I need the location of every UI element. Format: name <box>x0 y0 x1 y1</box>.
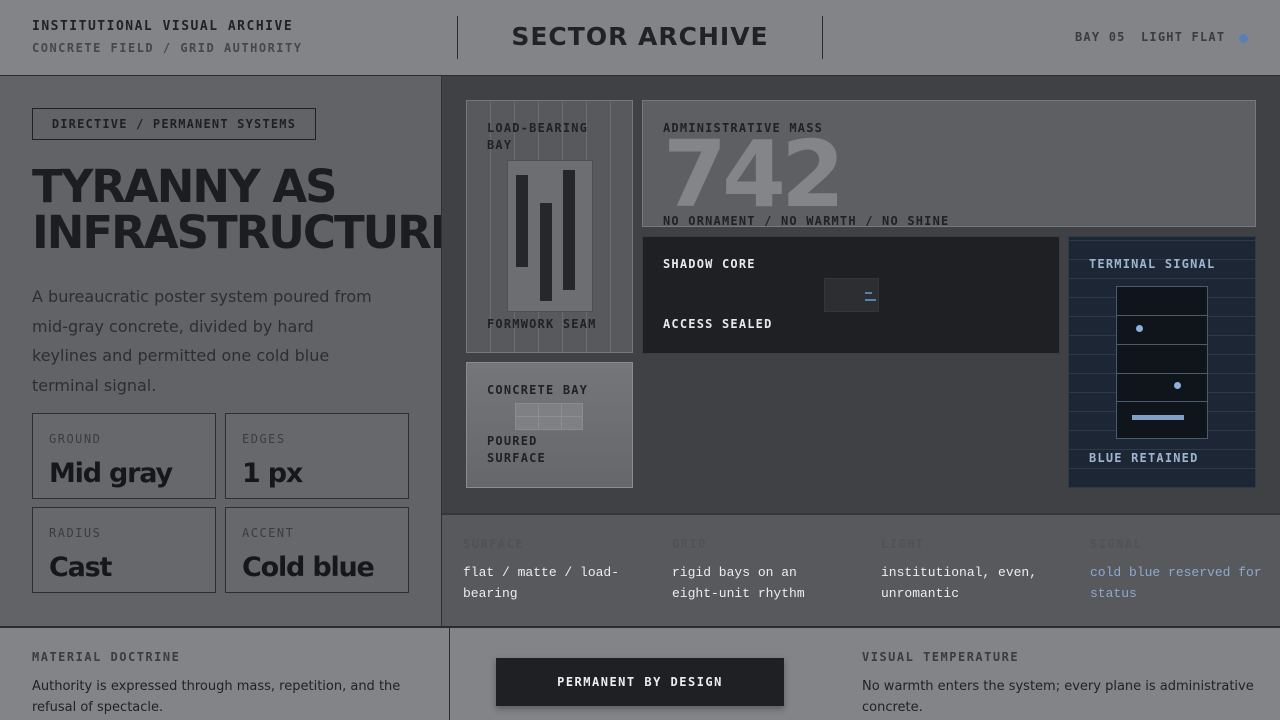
spec-value: flat / matte / load-bearing <box>463 565 620 601</box>
tile-caption: POURED SURFACE <box>487 434 546 465</box>
stat-label: ACCENT <box>242 526 295 540</box>
footer-bar: MATERIAL DOCTRINE Authority is expressed… <box>0 626 1280 720</box>
directive-badge: DIRECTIVE / PERMANENT SYSTEMS <box>32 108 316 140</box>
page-title: TYRANNY AS INFRASTRUCTURE <box>32 160 442 259</box>
spec-value: cold blue reserved for status <box>1090 565 1262 601</box>
column-bar <box>516 175 528 267</box>
title-line: INFRASTRUCTURE <box>32 206 442 259</box>
spec-grid: GRID rigid bays on an eight-unit rhythm <box>651 513 861 626</box>
column-panel-icon <box>507 160 593 312</box>
lead-paragraph: A bureaucratic poster system poured from… <box>32 287 372 395</box>
header-divider <box>822 16 823 59</box>
stat-card-ground: GROUND Mid gray <box>32 413 216 499</box>
spec-signal: SIGNAL cold blue reserved for status <box>1069 513 1280 626</box>
stat-value: Cold blue <box>242 552 375 583</box>
tile-label: CONCRETE BAY <box>487 383 589 397</box>
bay-indicator: BAY 05 <box>1075 30 1126 44</box>
terminal-screen-icon <box>1116 286 1208 439</box>
signal-bar <box>1132 415 1184 420</box>
spec-surface: SURFACE flat / matte / load-bearing <box>442 513 652 626</box>
stat-card-radius: RADIUS Cast <box>32 507 216 593</box>
spec-label: SIGNAL <box>1090 537 1143 551</box>
stat-value: Mid gray <box>49 458 173 489</box>
stat-label: GROUND <box>49 432 102 446</box>
temperature-label: VISUAL TEMPERATURE <box>862 650 1020 664</box>
archive-subkicker: CONCRETE FIELD / GRID AUTHORITY <box>32 41 303 55</box>
tile-label: SHADOW CORE <box>663 257 756 271</box>
tile-caption: FORMWORK SEAM <box>487 317 597 331</box>
top-bar: INSTITUTIONAL VISUAL ARCHIVE CONCRETE FI… <box>0 0 1280 76</box>
archive-kicker: INSTITUTIONAL VISUAL ARCHIVE <box>32 19 294 34</box>
column-bar <box>563 170 575 290</box>
signal-tick <box>865 299 876 301</box>
light-indicator: LIGHT FLAT <box>1141 30 1226 44</box>
spec-label: SURFACE <box>463 537 525 551</box>
screen-rule <box>1117 344 1207 345</box>
swatch-seam <box>561 404 562 429</box>
stat-card-edges: EDGES 1 px <box>225 413 409 499</box>
title-line: TYRANNY AS <box>32 160 338 213</box>
hero-panel: DIRECTIVE / PERMANENT SYSTEMS TYRANNY AS… <box>0 76 442 626</box>
swatch-seam <box>538 404 539 429</box>
brand-title: SECTOR ARCHIVE <box>511 22 769 51</box>
mass-number: 742 <box>663 121 845 227</box>
concrete-swatch-icon <box>515 403 583 430</box>
concrete-bay-tile: CONCRETE BAY POURED SURFACE <box>466 362 633 488</box>
load-bearing-tile: LOAD-BEARING BAY FORMWORK SEAM <box>466 100 633 353</box>
screen-rule <box>1117 401 1207 402</box>
screen-rule <box>1117 373 1207 374</box>
spec-label: GRID <box>672 537 707 551</box>
tile-caption: NO ORNAMENT / NO WARMTH / NO SHINE <box>663 214 950 227</box>
signal-point <box>1174 382 1181 389</box>
spec-light: LIGHT institutional, even, unromantic <box>860 513 1070 626</box>
spec-value: institutional, even, unromantic <box>881 565 1038 601</box>
footer-divider <box>449 628 450 720</box>
spec-value: rigid bays on an eight-unit rhythm <box>672 565 805 601</box>
spec-label: LIGHT <box>881 537 925 551</box>
swatch-seam <box>516 416 582 417</box>
screen-rule <box>1117 315 1207 316</box>
signal-point <box>1136 325 1143 332</box>
stat-card-accent: ACCENT Cold blue <box>225 507 409 593</box>
shadow-core-tile: SHADOW CORE ACCESS SEALED <box>642 236 1060 354</box>
status-dot-icon <box>1239 34 1248 43</box>
doctrine-text: Authority is expressed through mass, rep… <box>32 679 401 715</box>
stat-value: 1 px <box>242 458 303 489</box>
tile-caption: ACCESS SEALED <box>663 317 773 331</box>
sealed-panel-icon <box>824 278 879 312</box>
administrative-mass-tile: ADMINISTRATIVE MASS 742 NO ORNAMENT / NO… <box>642 100 1256 227</box>
permanent-by-design-button[interactable]: PERMANENT BY DESIGN <box>496 658 784 706</box>
stat-label: EDGES <box>242 432 286 446</box>
terminal-signal-tile: TERMINAL SIGNAL BLUE RETAINED <box>1068 236 1256 488</box>
stat-value: Cast <box>49 552 112 583</box>
tile-caption: BLUE RETAINED <box>1089 451 1199 465</box>
column-bar <box>540 203 552 301</box>
tile-label: TERMINAL SIGNAL <box>1089 257 1216 271</box>
signal-tick <box>865 292 872 294</box>
stat-label: RADIUS <box>49 526 102 540</box>
tile-label: LOAD-BEARING BAY <box>487 121 589 152</box>
doctrine-label: MATERIAL DOCTRINE <box>32 650 181 664</box>
temperature-text: No warmth enters the system; every plane… <box>862 679 1254 715</box>
tile-grid: LOAD-BEARING BAY FORMWORK SEAM ADMINISTR… <box>442 76 1280 513</box>
